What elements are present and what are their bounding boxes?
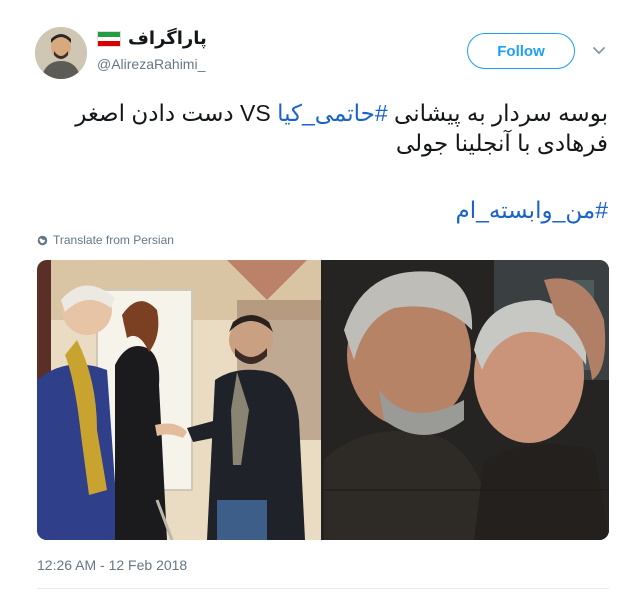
photo-handshake[interactable] (37, 260, 321, 540)
author-handle[interactable]: @AlirezaRahimi_ (97, 55, 205, 73)
hashtag-link[interactable]: #حاتمی_کیا (277, 100, 388, 126)
tweet-line-1: بوسه سردار به پیشانی #حاتمی_کیا VS دست د… (28, 98, 608, 128)
translate-link[interactable]: Translate from Persian (37, 233, 174, 247)
avatar-photo (35, 27, 87, 79)
follow-button[interactable]: Follow (467, 33, 575, 69)
photo-handshake-image (37, 260, 321, 540)
author-display-name[interactable]: پاراگراف (128, 27, 248, 49)
photo-forehead-kiss-image (324, 260, 609, 540)
flag-stripe-red (98, 41, 120, 46)
avatar[interactable] (35, 27, 87, 79)
iran-flag-icon (97, 31, 121, 47)
globe-icon (37, 235, 48, 245)
tweet-line-1-prefix: بوسه سردار به پیشانی (387, 100, 608, 126)
divider (37, 588, 609, 589)
photo-forehead-kiss[interactable] (324, 260, 609, 540)
hashtag-link-2[interactable]: #من_وابسته_ام (455, 197, 608, 223)
tweet-timestamp[interactable]: 12:26 AM - 12 Feb 2018 (37, 557, 187, 573)
chevron-down-icon[interactable] (592, 43, 606, 57)
media-grid[interactable] (37, 260, 609, 540)
tweet-line-1-suffix: VS دست دادن اصغر (75, 100, 278, 126)
tweet-line-2: فرهادی با آنجلینا جولی (395, 130, 608, 156)
translate-label: Translate from Persian (53, 233, 174, 247)
hashtag-line: #من_وابسته_ام (455, 195, 608, 225)
tweet-text: بوسه سردار به پیشانی #حاتمی_کیا VS دست د… (28, 98, 608, 158)
tweet-card: پاراگراف @AlirezaRahimi_ Follow بوسه سرد… (0, 0, 644, 593)
follow-button-label: Follow (497, 42, 545, 60)
